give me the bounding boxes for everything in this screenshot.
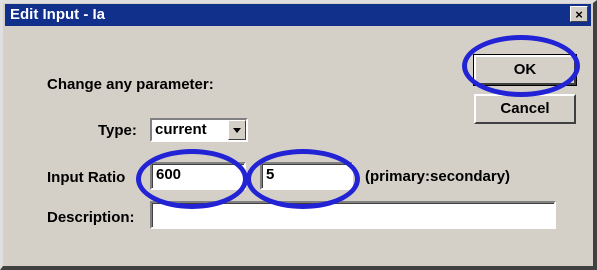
dialog-title: Edit Input - Ia	[10, 6, 105, 23]
close-button[interactable]: ×	[570, 6, 588, 22]
chevron-down-icon[interactable]	[228, 120, 246, 140]
ok-button[interactable]: OK	[473, 54, 577, 86]
type-label: Type:	[98, 122, 137, 139]
cancel-button[interactable]: Cancel	[474, 94, 576, 124]
ratio-hint: (primary:secondary)	[365, 168, 511, 185]
title-bar[interactable]: Edit Input - Ia ×	[5, 4, 591, 26]
type-select[interactable]: current	[150, 118, 248, 142]
type-selected-value: current	[155, 121, 207, 138]
edit-input-dialog: Edit Input - Ia × Change any parameter: …	[0, 0, 597, 270]
close-icon: ×	[575, 7, 583, 22]
primary-ratio-input[interactable]: 600	[150, 162, 246, 190]
description-label: Description:	[47, 209, 135, 226]
description-input[interactable]	[150, 201, 556, 229]
input-ratio-label: Input Ratio	[47, 169, 126, 186]
secondary-ratio-input[interactable]: 5	[260, 162, 353, 190]
change-parameter-label: Change any parameter:	[47, 76, 214, 93]
